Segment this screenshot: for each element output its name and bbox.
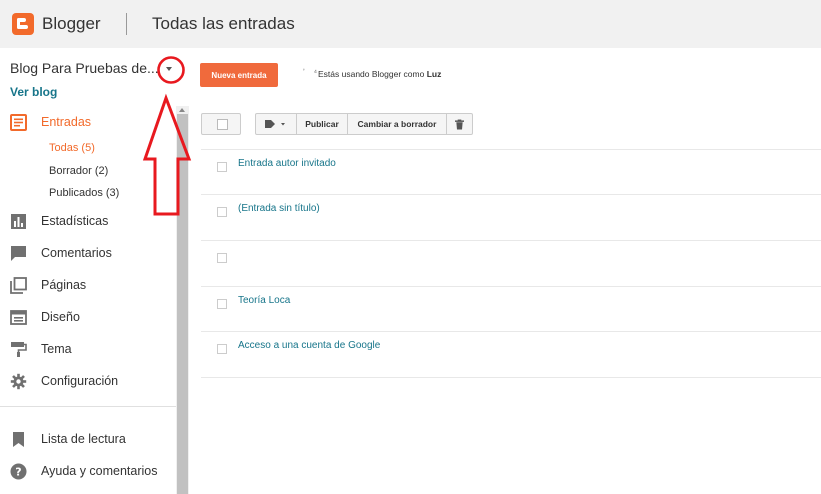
- sidebar-divider: [0, 406, 176, 407]
- post-title[interactable]: Teoría Loca: [238, 295, 290, 306]
- scroll-up-arrow-icon[interactable]: [179, 108, 185, 112]
- sidebar-item-lista-lectura[interactable]: Lista de lectura: [10, 429, 126, 449]
- sidebar-item-label: Entradas: [41, 115, 92, 129]
- comments-icon: [10, 245, 27, 262]
- sidebar-item-label: Ayuda y comentarios: [41, 464, 158, 478]
- tick-glyph: ʼ ⁴: [303, 68, 318, 77]
- theme-icon: [10, 341, 27, 358]
- help-icon: ?: [10, 463, 27, 480]
- trash-icon: [455, 119, 464, 129]
- header-divider: [126, 13, 127, 35]
- sidebar-item-configuracion[interactable]: Configuración: [10, 371, 118, 391]
- top-header: Blogger Todas las entradas: [0, 0, 821, 48]
- list-item[interactable]: Acceso a una cuenta de Google: [201, 331, 821, 377]
- list-divider: [201, 377, 821, 378]
- post-checkbox[interactable]: [217, 299, 227, 309]
- sidebar-item-label: Lista de lectura: [41, 432, 126, 446]
- posts-icon: [10, 113, 27, 131]
- pages-icon: [10, 276, 27, 294]
- sidebar-item-diseno[interactable]: Diseño: [10, 307, 80, 327]
- list-item[interactable]: Teoría Loca: [201, 286, 821, 332]
- select-all-checkbox[interactable]: [201, 113, 241, 135]
- subnav-todas[interactable]: Todas (5): [49, 142, 95, 154]
- sidebar-scrollbar-thumb[interactable]: [177, 114, 188, 494]
- svg-text:?: ?: [15, 465, 21, 478]
- sidebar-item-ayuda[interactable]: ? Ayuda y comentarios: [10, 461, 158, 481]
- stats-icon: [10, 213, 27, 230]
- bookmark-icon: [10, 431, 27, 448]
- list-item[interactable]: [201, 240, 821, 286]
- sidebar-item-paginas[interactable]: Páginas: [10, 275, 86, 295]
- new-post-button[interactable]: Nueva entrada: [200, 63, 278, 87]
- sidebar-item-label: Tema: [41, 342, 72, 356]
- user-name: Luz: [426, 69, 442, 79]
- post-checkbox[interactable]: [217, 253, 227, 263]
- blogger-logo-icon[interactable]: [12, 13, 34, 35]
- post-checkbox[interactable]: [217, 162, 227, 172]
- post-checkbox[interactable]: [217, 207, 227, 217]
- brand-name: Blogger: [42, 14, 101, 33]
- gear-icon: [10, 373, 27, 390]
- sidebar: Blog Para Pruebas de... Ver blog Entrada…: [0, 48, 189, 494]
- revert-to-draft-button[interactable]: Cambiar a borrador: [348, 114, 447, 134]
- sidebar-item-comentarios[interactable]: Comentarios: [10, 243, 112, 263]
- sidebar-item-label: Páginas: [41, 278, 87, 292]
- view-blog-link[interactable]: Ver blog: [10, 85, 57, 99]
- post-actions-toolbar: Publicar Cambiar a borrador: [255, 113, 473, 135]
- page-title: Todas las entradas: [152, 14, 295, 33]
- sidebar-item-label: Diseño: [41, 310, 80, 324]
- post-title[interactable]: Entrada autor invitado: [238, 158, 336, 169]
- label-button[interactable]: [256, 114, 297, 134]
- sidebar-item-label: Configuración: [41, 374, 119, 388]
- post-title[interactable]: (Entrada sin título): [238, 203, 320, 214]
- list-item[interactable]: Entrada autor invitado: [201, 149, 821, 195]
- layout-icon: [10, 309, 27, 326]
- sidebar-item-tema[interactable]: Tema: [10, 339, 72, 359]
- subnav-borrador[interactable]: Borrador (2): [49, 165, 108, 177]
- subnav-publicados[interactable]: Publicados (3): [49, 187, 119, 199]
- blog-dropdown-icon[interactable]: [166, 67, 172, 71]
- using-prefix: Estás usando Blogger como: [318, 69, 425, 79]
- delete-button[interactable]: [447, 114, 472, 134]
- post-checkbox[interactable]: [217, 344, 227, 354]
- post-title[interactable]: Acceso a una cuenta de Google: [238, 340, 380, 351]
- label-tag-icon: [265, 120, 285, 128]
- sidebar-item-estadisticas[interactable]: Estadísticas: [10, 211, 108, 231]
- blog-name[interactable]: Blog Para Pruebas de...: [10, 60, 159, 76]
- sidebar-item-entradas[interactable]: Entradas: [10, 112, 91, 132]
- sidebar-item-label: Comentarios: [41, 246, 112, 260]
- using-as-text: Estás usando Blogger como Luz: [318, 69, 441, 79]
- list-item[interactable]: (Entrada sin título): [201, 194, 821, 240]
- publish-button[interactable]: Publicar: [297, 114, 348, 134]
- sidebar-item-label: Estadísticas: [41, 214, 109, 228]
